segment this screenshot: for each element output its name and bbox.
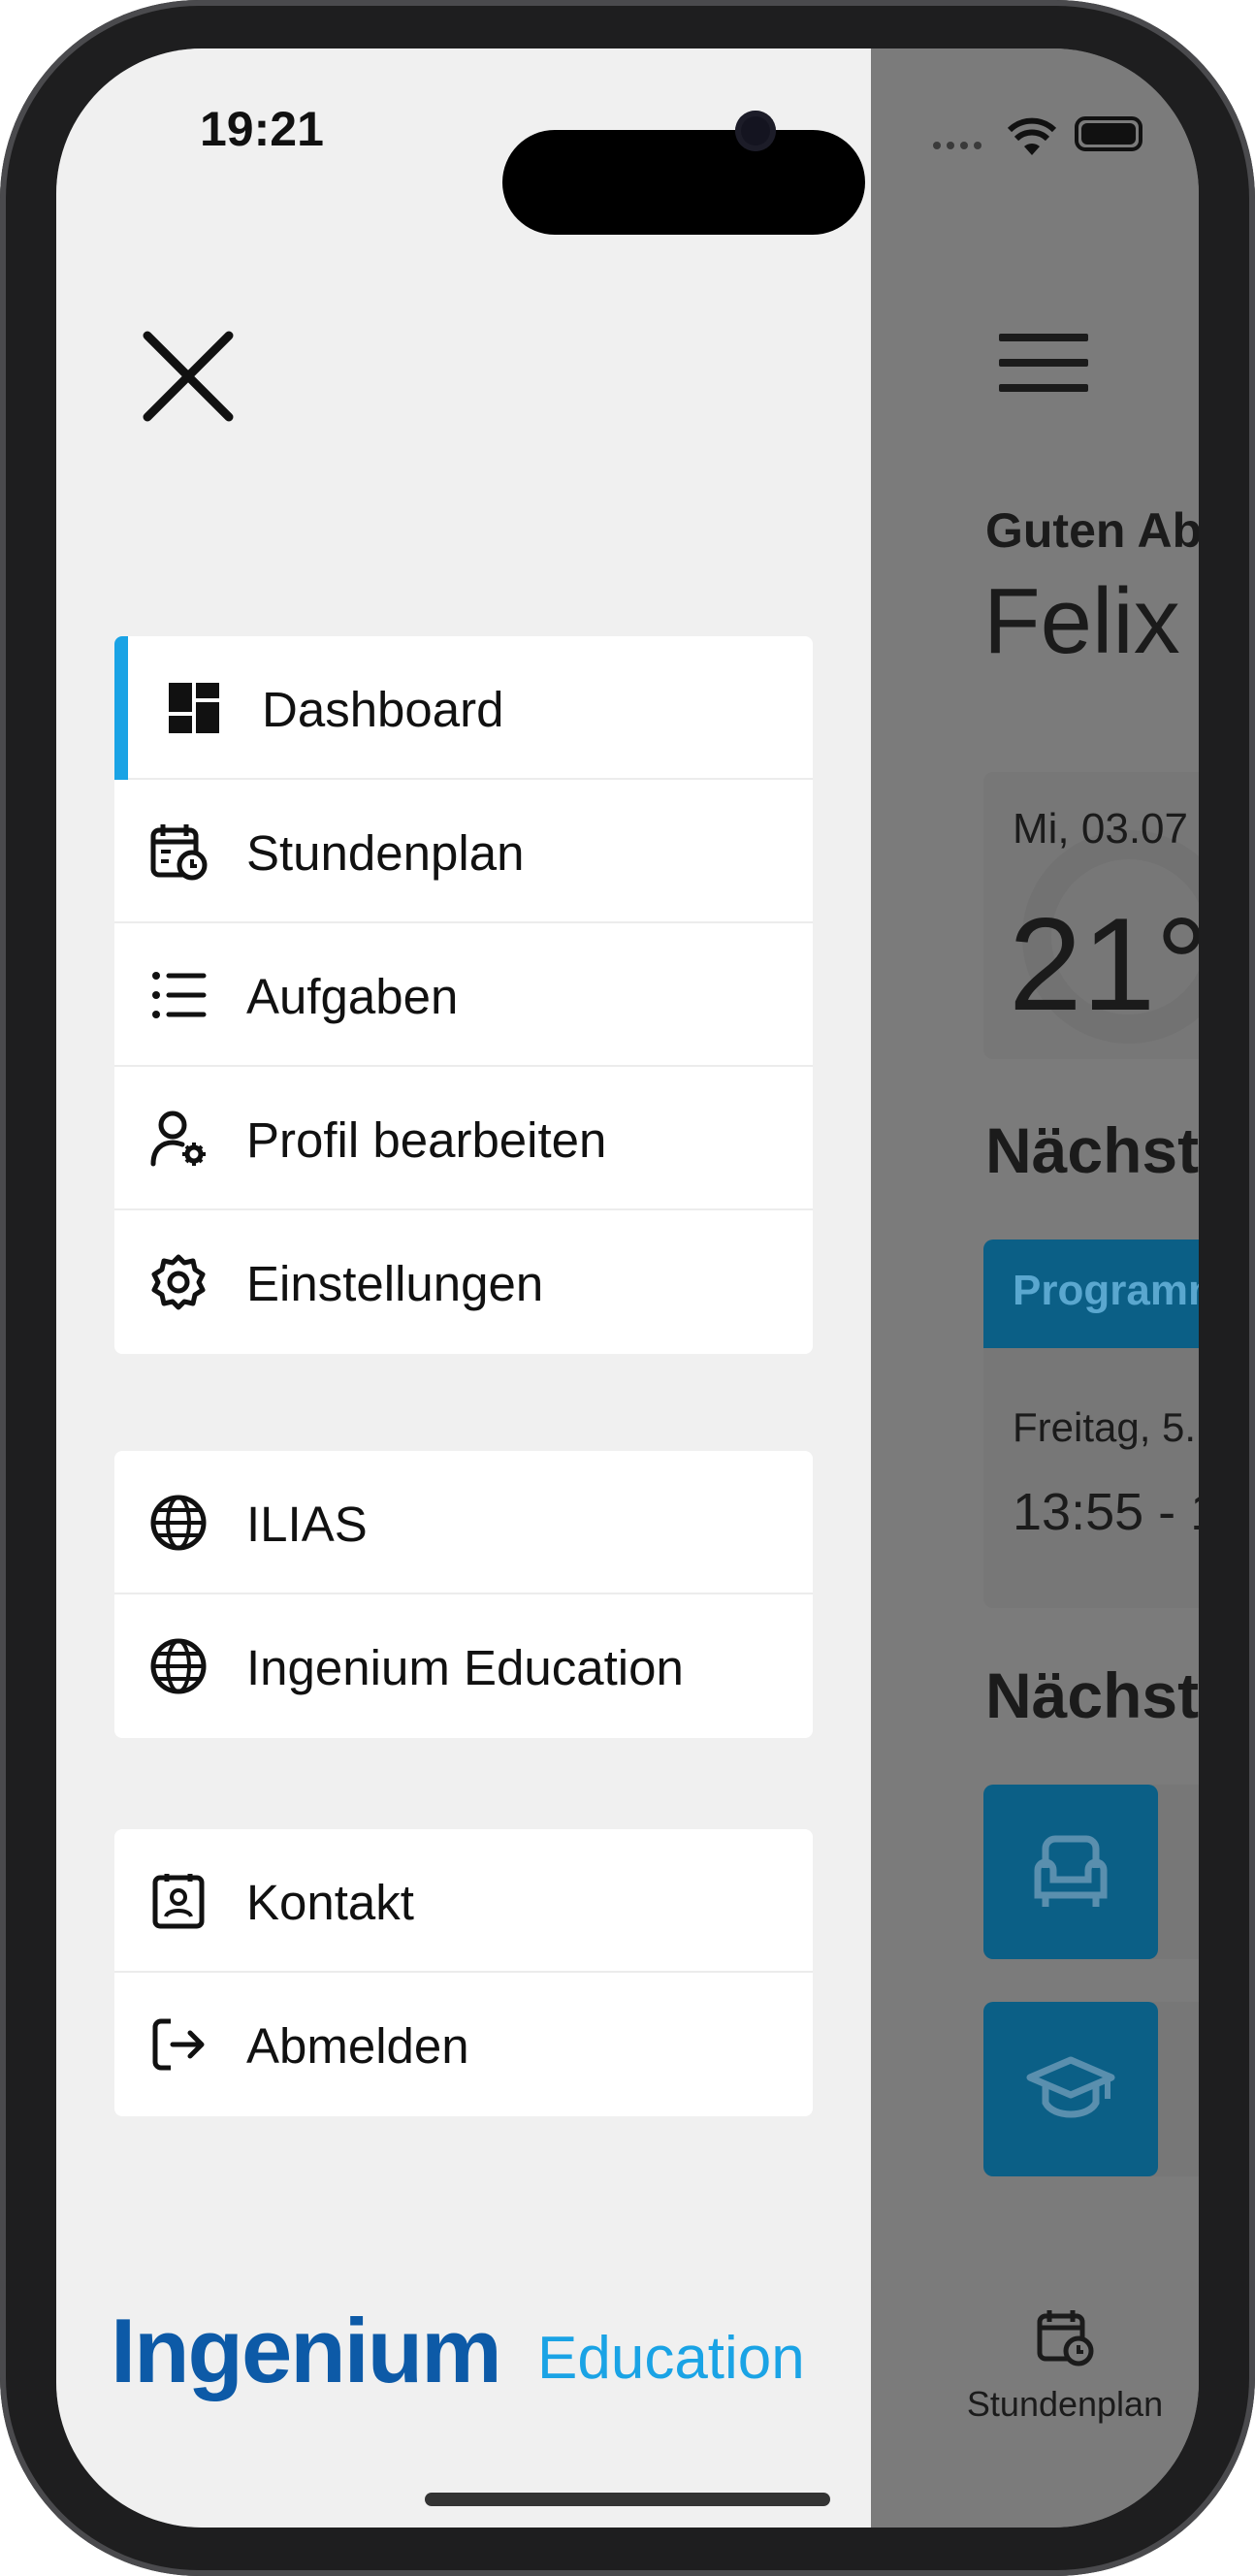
home-indicator[interactable]	[425, 2493, 830, 2506]
tab-stundenplan[interactable]: Stundenplan	[919, 2308, 1199, 2434]
contact-icon	[152, 1874, 205, 1929]
globe-icon	[150, 1638, 207, 1694]
list-item-icon-box	[983, 1785, 1158, 1959]
tab-label: Stundenplan	[966, 2384, 1164, 2424]
battery-icon	[1075, 116, 1142, 151]
menu-group-account: Kontakt Abmelden	[114, 1829, 813, 2116]
brand-name: Ingenium	[111, 2300, 502, 2401]
signal-dots-icon	[933, 142, 995, 151]
menu-label: Aufgaben	[246, 969, 459, 1024]
gear-icon	[151, 1254, 206, 1310]
navigation-drawer: 19:21 Dashboard Stundenplan Aufgaben Pro…	[56, 48, 871, 2528]
event-date: Freitag, 5. Ju	[1013, 1404, 1199, 1450]
weather-card[interactable]: Mi, 03.07 21°	[983, 772, 1199, 1059]
active-indicator	[114, 636, 128, 780]
screen: Guten Aber Felix Mi, 03.07 21° Nächste P…	[56, 48, 1199, 2528]
menu-label: Dashboard	[262, 682, 504, 737]
dynamic-island	[502, 130, 865, 235]
event-title: Programmie	[1013, 1267, 1199, 1314]
weather-temp: 21°	[1009, 890, 1199, 1038]
close-icon[interactable]	[142, 330, 235, 423]
greeting-text: Guten Aber	[985, 503, 1199, 558]
brand-suffix: Education	[537, 2325, 805, 2392]
dashboard-icon	[169, 683, 219, 733]
list-icon	[152, 972, 207, 1018]
hamburger-menu-icon[interactable]	[999, 334, 1088, 394]
menu-label: Stundenplan	[246, 825, 525, 881]
menu-label: Einstellungen	[246, 1256, 544, 1311]
menu-label: Abmelden	[246, 2018, 469, 2074]
menu-item-kontakt[interactable]: Kontakt	[114, 1829, 813, 1973]
calendar-clock-icon	[1037, 2310, 1094, 2367]
menu-item-ingenium-education[interactable]: Ingenium Education	[114, 1594, 813, 1738]
menu-item-dashboard[interactable]: Dashboard	[114, 636, 813, 780]
list-item[interactable]: Ne	[983, 2002, 1199, 2176]
menu-label: Kontakt	[246, 1875, 414, 1930]
user-name: Felix	[983, 569, 1180, 673]
logout-icon	[152, 2018, 205, 2071]
section-next-events-title: Nächste	[985, 1114, 1199, 1186]
list-item-icon-box	[983, 2002, 1158, 2176]
section-next-items-title: Nächste	[985, 1659, 1199, 1731]
weather-date: Mi, 03.07	[1013, 805, 1188, 853]
menu-label: Ingenium Education	[246, 1640, 684, 1695]
menu-item-aufgaben[interactable]: Aufgaben	[114, 923, 813, 1067]
event-time: 13:55 - 14	[1013, 1483, 1199, 1541]
armchair-icon	[1034, 1835, 1108, 1907]
list-item-label: Mi	[1197, 1845, 1199, 1903]
main-content: Guten Aber Felix Mi, 03.07 21° Nächste P…	[871, 48, 1199, 2528]
brand-logo: Ingenium Education	[111, 2299, 828, 2415]
list-item[interactable]: Mi	[983, 1785, 1199, 1959]
menu-item-einstellungen[interactable]: Einstellungen	[114, 1210, 813, 1354]
menu-item-ilias[interactable]: ILIAS	[114, 1451, 813, 1594]
graduation-cap-icon	[1026, 2056, 1115, 2118]
menu-group-main: Dashboard Stundenplan Aufgaben Profil be…	[114, 636, 813, 1354]
menu-group-links: ILIAS Ingenium Education	[114, 1451, 813, 1738]
menu-item-abmelden[interactable]: Abmelden	[114, 1973, 813, 2116]
status-time: 19:21	[200, 102, 324, 156]
menu-label: Profil bearbeiten	[246, 1112, 607, 1168]
globe-icon	[150, 1495, 207, 1551]
wifi-icon	[1007, 117, 1057, 155]
menu-label: ILIAS	[246, 1497, 368, 1552]
user-gear-icon	[150, 1111, 206, 1167]
list-item-label: Ne	[1197, 2062, 1199, 2120]
menu-item-profil[interactable]: Profil bearbeiten	[114, 1067, 813, 1210]
event-card[interactable]: Programmie Freitag, 5. Ju 13:55 - 14	[983, 1240, 1199, 1608]
menu-item-stundenplan[interactable]: Stundenplan	[114, 780, 813, 923]
calendar-clock-icon	[150, 824, 208, 881]
camera-icon	[735, 111, 776, 151]
